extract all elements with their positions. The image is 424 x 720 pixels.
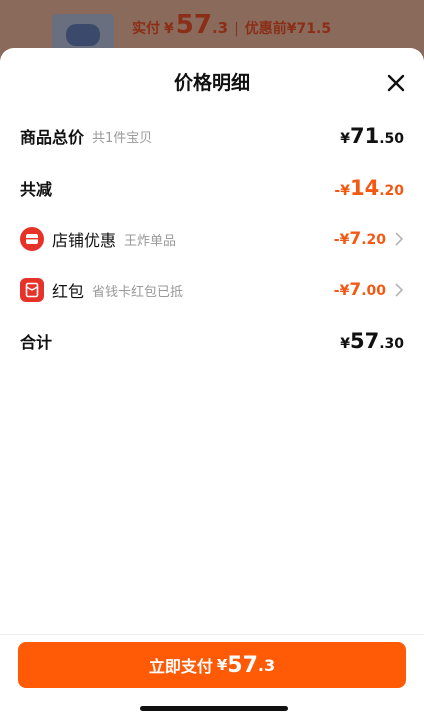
shop-discount-label: 店铺优惠 xyxy=(52,231,117,250)
amount-int: 7 xyxy=(349,229,362,249)
amount-int: 14 xyxy=(349,176,380,200)
home-indicator xyxy=(140,706,288,711)
amount-dec: .50 xyxy=(379,131,404,147)
currency: ¥ xyxy=(340,336,350,352)
total-price-sub: 共1件宝贝 xyxy=(92,130,153,146)
pay-button-int: 57 xyxy=(227,652,258,678)
currency: -¥ xyxy=(333,283,350,299)
background-price-summary: 实付 ¥ 57 .3 | 优惠前¥71.5 xyxy=(132,10,331,42)
red-packet-icon xyxy=(20,278,44,302)
reduction-amount: -¥ 14 .20 xyxy=(334,176,404,200)
paid-label: 实付 xyxy=(132,21,160,37)
shop-coupon-icon xyxy=(20,227,44,251)
amount-dec: .30 xyxy=(379,336,404,352)
red-packet-amount: -¥ 7 .00 xyxy=(334,280,386,300)
pay-button-dec: .3 xyxy=(257,655,276,675)
close-icon xyxy=(387,74,405,92)
paid-currency: ¥ xyxy=(164,21,174,37)
currency: ¥ xyxy=(340,131,350,147)
amount-int: 71 xyxy=(349,124,380,148)
shop-discount-amount: -¥ 7 .20 xyxy=(334,229,386,249)
amount-int: 7 xyxy=(349,280,362,300)
row-sum: 合计 ¥ 57 .30 xyxy=(20,326,404,356)
row-red-packet[interactable]: 红包 省钱卡红包已抵 -¥ 7 .00 xyxy=(20,275,404,305)
total-price-label: 商品总价 xyxy=(20,128,85,147)
row-total-price: 商品总价 共1件宝贝 ¥ 71 .50 xyxy=(20,121,404,151)
row-total-reduction: 共减 -¥ 14 .20 xyxy=(20,173,404,203)
amount-int: 57 xyxy=(349,329,380,353)
red-packet-label: 红包 xyxy=(52,282,85,301)
chevron-right-icon xyxy=(395,283,404,297)
sum-label: 合计 xyxy=(20,333,53,352)
reduction-label: 共减 xyxy=(20,180,53,199)
shop-discount-sub: 王炸单品 xyxy=(124,233,177,249)
currency: -¥ xyxy=(334,183,350,199)
total-price-amount: ¥ 71 .50 xyxy=(340,124,404,148)
original-price: 优惠前¥71.5 xyxy=(244,21,332,37)
pay-now-button[interactable]: 立即支付 ¥ 57 .3 xyxy=(18,642,406,688)
amount-dec: .20 xyxy=(361,232,386,248)
paid-dec: .3 xyxy=(211,19,229,37)
close-button[interactable] xyxy=(386,73,406,93)
pay-button-currency: ¥ xyxy=(216,656,228,674)
price-separator: | xyxy=(234,21,239,37)
amount-dec: .00 xyxy=(361,283,386,299)
price-detail-sheet: 价格明细 商品总价 共1件宝贝 ¥ 71 .50 共减 -¥ 14 .20 店铺… xyxy=(0,48,424,720)
chevron-right-icon xyxy=(395,232,404,246)
amount-dec: .20 xyxy=(379,183,404,199)
footer-divider xyxy=(0,634,424,635)
pay-button-label: 立即支付 xyxy=(148,657,213,676)
currency: -¥ xyxy=(333,232,350,248)
paid-int: 57 xyxy=(175,10,212,40)
red-packet-sub: 省钱卡红包已抵 xyxy=(92,284,184,300)
sheet-title: 价格明细 xyxy=(173,72,250,94)
sum-amount: ¥ 57 .30 xyxy=(340,329,404,353)
row-shop-discount[interactable]: 店铺优惠 王炸单品 -¥ 7 .20 xyxy=(20,224,404,254)
